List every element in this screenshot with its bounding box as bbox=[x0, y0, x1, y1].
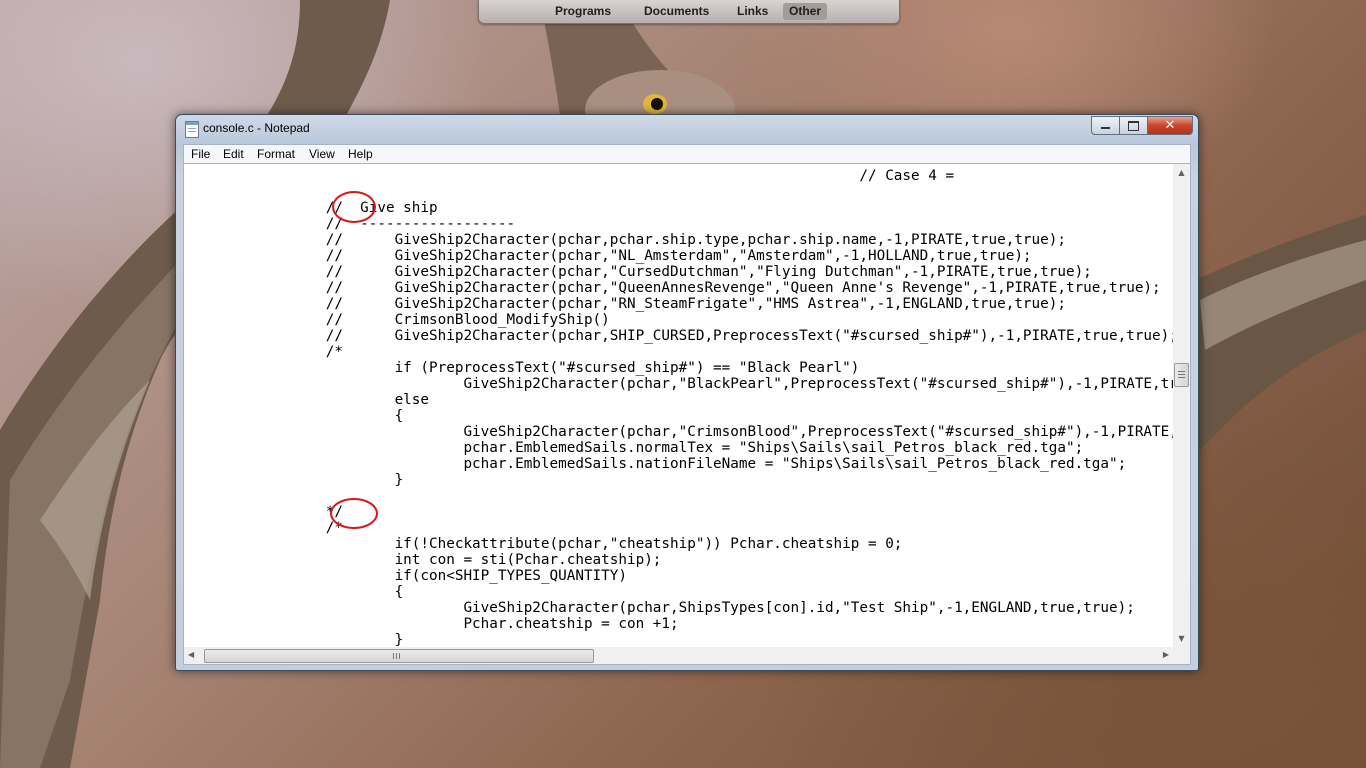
annotation-circle-block-comment bbox=[330, 498, 378, 529]
code-line: // GiveShip2Character(pchar,"CursedDutch… bbox=[188, 264, 1092, 280]
code-line: // GiveShip2Character(pchar,SHIP_CURSED,… bbox=[188, 328, 1173, 344]
text-area[interactable]: } Pchar.cheatship = con +1; GiveShip2Cha… bbox=[184, 164, 1173, 647]
menu-file[interactable]: File bbox=[190, 147, 211, 161]
top-dock: Programs Documents Links Other bbox=[478, 0, 900, 24]
code-line: GiveShip2Character(pchar,"BlackPearl",Pr… bbox=[188, 376, 1173, 392]
code-line: int con = sti(Pchar.cheatship); bbox=[188, 552, 662, 568]
code-line: if (PreprocessText("#scursed_ship#") == … bbox=[188, 360, 860, 376]
notepad-icon bbox=[185, 121, 199, 138]
horizontal-scroll-thumb[interactable] bbox=[204, 649, 594, 663]
minimize-icon bbox=[1101, 127, 1110, 129]
code-line: { bbox=[188, 584, 404, 600]
code-line: } bbox=[188, 632, 404, 647]
dock-item-links[interactable]: Links bbox=[731, 3, 774, 20]
dock-item-documents[interactable]: Documents bbox=[638, 3, 715, 20]
scrollbar-corner bbox=[1173, 647, 1190, 664]
code-line: // GiveShip2Character(pchar,pchar.ship.t… bbox=[188, 232, 1066, 248]
dock-item-programs[interactable]: Programs bbox=[549, 3, 617, 20]
code-line: if(!Checkattribute(pchar,"cheatship")) P… bbox=[188, 536, 903, 552]
menu-help[interactable]: Help bbox=[347, 147, 374, 161]
minimize-button[interactable] bbox=[1091, 116, 1120, 135]
menu-format[interactable]: Format bbox=[256, 147, 296, 161]
horizontal-scrollbar[interactable]: ◀ ▶ bbox=[184, 647, 1173, 664]
code-line: { bbox=[188, 408, 404, 424]
vertical-scrollbar[interactable]: ▲ ▼ bbox=[1173, 164, 1190, 647]
text-editor[interactable]: } Pchar.cheatship = con +1; GiveShip2Cha… bbox=[183, 163, 1191, 665]
vertical-scroll-thumb[interactable] bbox=[1174, 363, 1189, 387]
scroll-down-icon[interactable]: ▼ bbox=[1173, 634, 1190, 643]
menu-view[interactable]: View bbox=[308, 147, 336, 161]
close-icon: ✕ bbox=[1164, 118, 1176, 133]
code-line: // CrimsonBlood_ModifyShip() bbox=[188, 312, 610, 328]
code-line: } bbox=[188, 472, 404, 488]
code-line: // GiveShip2Character(pchar,"QueenAnnesR… bbox=[188, 280, 1161, 296]
code-line: // Case 4 = bbox=[188, 168, 955, 184]
maximize-button[interactable] bbox=[1120, 116, 1148, 135]
code-line: // Give ship bbox=[188, 200, 438, 216]
code-line: /* bbox=[188, 520, 343, 536]
code-line: GiveShip2Character(pchar,ShipsTypes[con]… bbox=[188, 600, 1135, 616]
dock-item-other[interactable]: Other bbox=[783, 3, 828, 20]
code-line: // GiveShip2Character(pchar,"NL_Amsterda… bbox=[188, 248, 1032, 264]
close-button[interactable]: ✕ bbox=[1148, 116, 1193, 135]
code-line: // GiveShip2Character(pchar,"RN_SteamFri… bbox=[188, 296, 1066, 312]
notepad-window: console.c - Notepad ✕ File Edit Format V… bbox=[175, 114, 1199, 671]
code-line: Pchar.cheatship = con +1; bbox=[188, 616, 679, 632]
code-line: pchar.EmblemedSails.normalTex = "Ships\S… bbox=[188, 440, 1084, 456]
code-line: GiveShip2Character(pchar,"CrimsonBlood",… bbox=[188, 424, 1173, 440]
annotation-circle-comment bbox=[332, 191, 376, 223]
code-line: if(con<SHIP_TYPES_QUANTITY) bbox=[188, 568, 627, 584]
menu-bar: File Edit Format View Help bbox=[183, 144, 1191, 164]
scroll-up-icon[interactable]: ▲ bbox=[1173, 168, 1190, 177]
code-line: /* bbox=[188, 344, 343, 360]
maximize-icon bbox=[1128, 121, 1139, 131]
scroll-right-icon[interactable]: ▶ bbox=[1163, 650, 1169, 659]
window-title: console.c - Notepad bbox=[203, 121, 310, 135]
caption-buttons: ✕ bbox=[1091, 116, 1193, 135]
code-line: else bbox=[188, 392, 430, 408]
code-line: */ bbox=[188, 504, 343, 520]
scroll-left-icon[interactable]: ◀ bbox=[188, 650, 194, 659]
code-line: pchar.EmblemedSails.nationFileName = "Sh… bbox=[188, 456, 1127, 472]
menu-edit[interactable]: Edit bbox=[222, 147, 245, 161]
